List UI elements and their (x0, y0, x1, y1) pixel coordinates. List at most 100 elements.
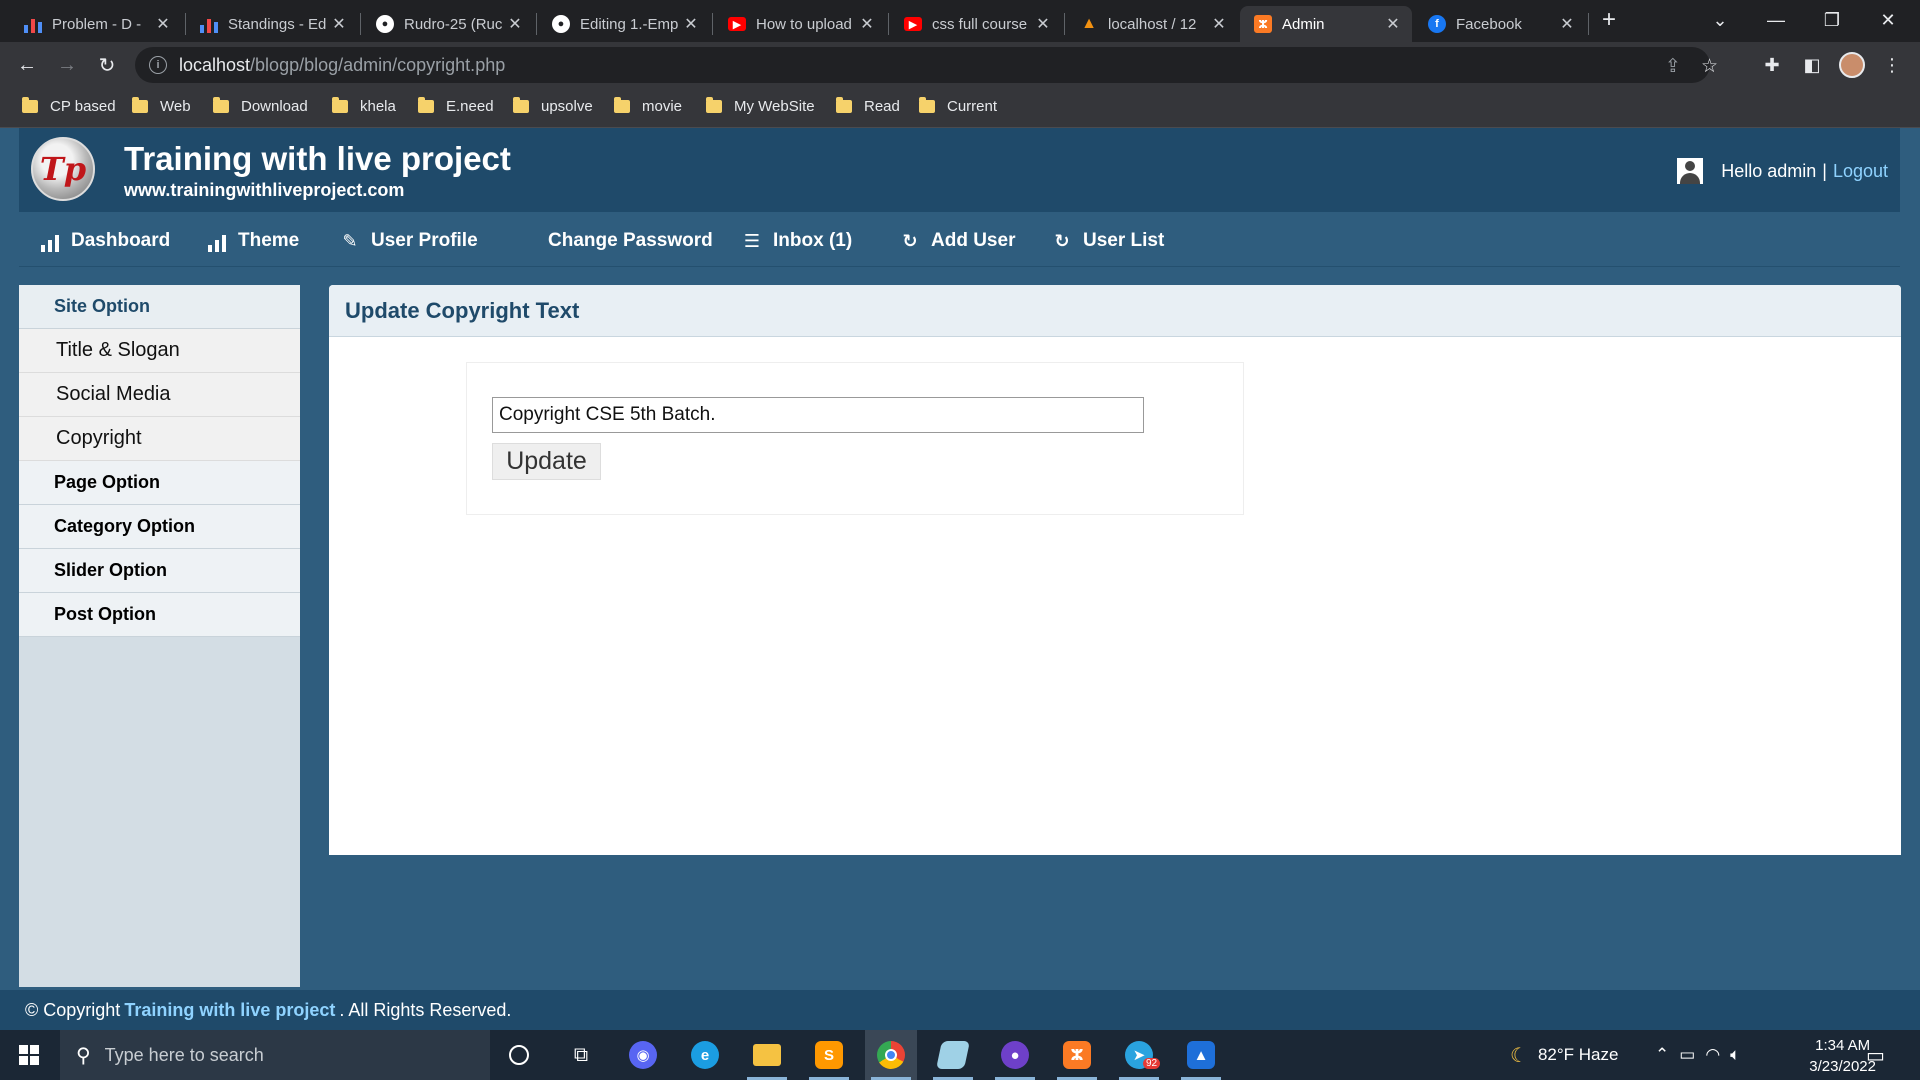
bookmark-folder[interactable]: Read (836, 97, 900, 115)
address-bar[interactable]: i localhost/blogp/blog/admin/copyright.p… (135, 47, 1718, 83)
nav-item-add-user[interactable]: ↻ Add User (899, 215, 1015, 267)
forward-icon[interactable]: → (52, 50, 82, 80)
site-info-icon[interactable]: i (149, 56, 167, 74)
tab-search-icon[interactable]: ⌄ (1694, 0, 1746, 40)
nav-item-theme[interactable]: Theme (206, 215, 299, 267)
start-button[interactable] (0, 1030, 58, 1080)
volume-icon[interactable]: 🔈︎ (1730, 1045, 1740, 1065)
chrome-icon[interactable] (865, 1030, 917, 1080)
back-icon[interactable]: ← (12, 50, 42, 80)
bar-chart-icon (24, 15, 42, 33)
nav-item-user-list[interactable]: ↻ User List (1051, 215, 1164, 267)
share-icon[interactable]: ⇪ (1665, 55, 1681, 78)
restore-icon[interactable]: ❐ (1806, 0, 1858, 40)
chevron-up-icon[interactable]: ⌃ (1655, 1045, 1669, 1065)
close-icon[interactable]: ✕ (154, 14, 172, 34)
sidebar-post-option[interactable]: Post Option (19, 593, 300, 637)
task-view-icon[interactable]: ⧉ (555, 1030, 607, 1080)
tab-divider (712, 13, 713, 35)
bookmark-folder[interactable]: movie (614, 97, 682, 115)
browser-tab[interactable]: ● Rudro-25 (Ruc ✕ (362, 6, 534, 42)
copyright-text-input[interactable] (492, 397, 1144, 433)
bookmark-folder[interactable]: khela (332, 97, 396, 115)
list-icon: ☰ (743, 231, 761, 251)
folder-icon (132, 97, 148, 113)
battery-icon[interactable]: ▭ (1679, 1045, 1695, 1065)
bookmark-label: upsolve (541, 98, 593, 115)
discord-icon[interactable]: ◉ (617, 1030, 669, 1080)
nav-label: Change Password (548, 230, 713, 251)
logout-link[interactable]: Logout (1833, 161, 1888, 182)
photos-icon[interactable]: ▲ (1175, 1030, 1227, 1080)
browser-tab[interactable]: ▶ css full course ✕ (890, 6, 1062, 42)
menu-icon[interactable]: ⋮ (1877, 50, 1907, 80)
browser-tab[interactable]: f Facebook ✕ (1414, 6, 1586, 42)
nav-item-change-password[interactable]: Change Password (548, 215, 713, 267)
close-icon[interactable]: ✕ (1384, 14, 1402, 34)
xampp-icon[interactable]: ⵣ (1051, 1030, 1103, 1080)
close-icon[interactable]: ✕ (506, 14, 524, 34)
nav-item-user-profile[interactable]: ✎ User Profile (339, 215, 477, 267)
notes-app-icon[interactable] (927, 1030, 979, 1080)
bookmark-folder[interactable]: E.need (418, 97, 494, 115)
browser-tab[interactable]: ▲ localhost / 12 ✕ (1066, 6, 1238, 42)
sublime-text-icon[interactable]: S (803, 1030, 855, 1080)
close-icon[interactable]: ✕ (682, 14, 700, 34)
browser-tab[interactable]: ▶ How to upload ✕ (714, 6, 886, 42)
close-window-icon[interactable]: ✕ (1862, 0, 1914, 40)
close-icon[interactable]: ✕ (1034, 14, 1052, 34)
new-tab-button[interactable]: + (1586, 0, 1632, 40)
taskbar-search[interactable]: ⚲ Type here to search (60, 1030, 490, 1080)
nav-item-dashboard[interactable]: Dashboard (39, 215, 170, 267)
bookmark-folder[interactable]: My WebSite (706, 97, 815, 115)
sidebar-item-social-media[interactable]: Social Media (19, 373, 300, 417)
file-explorer-icon[interactable] (741, 1030, 793, 1080)
edit-icon: ✎ (342, 231, 358, 251)
sidebar-site-option[interactable]: Site Option (19, 285, 300, 329)
wifi-icon[interactable]: ◠ (1705, 1045, 1720, 1065)
bookmark-star-icon[interactable]: ☆ (1701, 55, 1718, 78)
user-box: Hello admin | Logout (1677, 158, 1888, 184)
update-button[interactable]: Update (492, 443, 601, 480)
minimize-icon[interactable]: — (1750, 0, 1802, 40)
close-icon[interactable]: ✕ (330, 14, 348, 34)
bookmark-folder[interactable]: Current (919, 97, 997, 115)
moon-icon: ☾ (1510, 1044, 1528, 1067)
browser-tab[interactable]: Problem - D - ✕ (10, 6, 182, 42)
nav-item-inbox[interactable]: ☰ Inbox (1) (741, 215, 852, 267)
sidebar-page-option[interactable]: Page Option (19, 461, 300, 505)
bookmark-folder[interactable]: Web (132, 97, 191, 115)
browser-tab-active[interactable]: ⵣ Admin ✕ (1240, 6, 1412, 42)
sidebar-category-option[interactable]: Category Option (19, 505, 300, 549)
extensions-icon[interactable]: ✚ (1757, 50, 1787, 80)
sidebar-item-copyright[interactable]: Copyright (19, 417, 300, 461)
sidebar-slider-option[interactable]: Slider Option (19, 549, 300, 593)
bookmarks-bar: CP based Web Download khela E.need upsol… (0, 88, 1920, 128)
profile-avatar[interactable] (1837, 50, 1867, 80)
browser-tab[interactable]: Standings - Ed ✕ (186, 6, 358, 42)
sidebar-item-title-slogan[interactable]: Title & Slogan (19, 329, 300, 373)
search-icon: ⚲ (76, 1044, 91, 1067)
page-title: Update Copyright Text (329, 285, 1901, 337)
close-icon[interactable]: ✕ (1558, 14, 1576, 34)
bookmark-label: E.need (446, 98, 494, 115)
folder-icon (919, 97, 935, 113)
notifications-icon[interactable]: ▭ (1866, 1030, 1885, 1080)
bookmark-folder[interactable]: upsolve (513, 97, 593, 115)
bookmark-folder[interactable]: CP based (22, 97, 116, 115)
edge-icon[interactable]: e (679, 1030, 731, 1080)
bookmark-folder[interactable]: Download (213, 97, 308, 115)
reload-icon[interactable]: ↻ (92, 50, 122, 80)
cortana-icon[interactable] (493, 1030, 545, 1080)
browser-tab[interactable]: ● Editing 1.-Emp ✕ (538, 6, 710, 42)
close-icon[interactable]: ✕ (1210, 14, 1228, 34)
github-desktop-icon[interactable]: ● (989, 1030, 1041, 1080)
main-nav: Dashboard Theme ✎ User Profile Change Pa… (19, 215, 1900, 267)
footer-site-link[interactable]: Training with live project (124, 1000, 335, 1021)
bookmark-label: Download (241, 98, 308, 115)
telegram-icon[interactable]: ➤ 92 (1113, 1030, 1165, 1080)
bookmark-label: CP based (50, 98, 116, 115)
close-icon[interactable]: ✕ (858, 14, 876, 34)
weather-widget[interactable]: ☾ 82°F Haze (1510, 1030, 1618, 1080)
side-panel-icon[interactable]: ◧ (1797, 50, 1827, 80)
